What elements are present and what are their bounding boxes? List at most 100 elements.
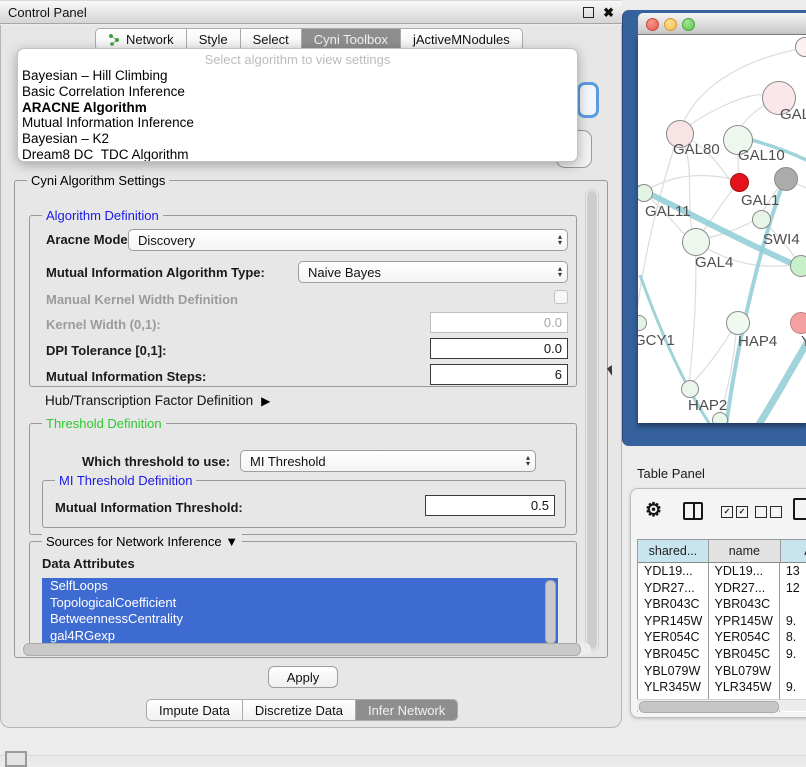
node-label: HAP4 xyxy=(738,333,777,350)
threshold-definition-legend: Threshold Definition xyxy=(42,416,166,431)
node-label: GAL80 xyxy=(673,141,720,158)
table-row[interactable]: YBR043CYBR043C xyxy=(638,596,806,613)
dropdown-item-dream8[interactable]: Dream8 DC_TDC Algorithm xyxy=(18,147,577,162)
new-table-icon[interactable] xyxy=(793,498,806,520)
column-header-partial[interactable]: A xyxy=(781,540,806,562)
network-node-salmon[interactable] xyxy=(790,312,806,334)
network-view-window: GAL GAL80 GAL10 GAL11 GAL1 SWI4 GAL4 GCY… xyxy=(622,10,806,446)
threshold-definition-group: Threshold Definition Which threshold to … xyxy=(29,423,577,535)
control-panel-window: Control Panel ✖ Network Style Select Cyn… xyxy=(0,0,622,729)
table-row[interactable]: YDR27...YDR27...12 xyxy=(638,580,806,597)
close-window-icon[interactable] xyxy=(646,18,659,31)
dropdown-item-aracne[interactable]: ARACNE Algorithm xyxy=(18,100,577,116)
kernel-width-field[interactable]: 0.0 xyxy=(430,312,568,333)
mi-algorithm-type-label: Mutual Information Algorithm Type: xyxy=(46,265,265,280)
network-node-hap4[interactable] xyxy=(726,311,750,335)
zoom-window-icon[interactable] xyxy=(682,18,695,31)
network-node-gal4[interactable] xyxy=(682,228,710,256)
column-header-shared-name[interactable]: shared... xyxy=(638,540,709,562)
scrollbar-thumb[interactable] xyxy=(587,191,597,649)
network-node-swi4[interactable] xyxy=(790,255,806,277)
data-attributes-label: Data Attributes xyxy=(42,556,135,571)
attribute-item-topologicalcoefficient[interactable]: TopologicalCoefficient xyxy=(42,595,558,612)
node-label: SWI4 xyxy=(763,231,800,248)
mi-steps-label: Mutual Information Steps: xyxy=(46,369,206,384)
which-threshold-combobox[interactable]: MI Threshold ▴▾ xyxy=(240,450,536,472)
algorithm-dropdown-list: Select algorithm to view settings Bayesi… xyxy=(17,48,578,162)
dpi-tolerance-label: DPI Tolerance [0,1]: xyxy=(46,343,166,358)
minimize-window-icon[interactable] xyxy=(664,18,677,31)
sources-legend[interactable]: Sources for Network Inference ▼ xyxy=(42,534,242,549)
bottom-tabbar: Impute Data Discretize Data Infer Networ… xyxy=(146,699,458,721)
apply-button[interactable]: Apply xyxy=(268,666,338,688)
mi-threshold-field[interactable]: 0.5 xyxy=(425,495,555,516)
dropdown-item-bayesian-hill-climbing[interactable]: Bayesian – Hill Climbing xyxy=(18,68,577,84)
table-header-row: shared... name A xyxy=(638,540,806,563)
columns-icon[interactable] xyxy=(683,502,703,520)
table-row[interactable]: YER054CYER054C8. xyxy=(638,629,806,646)
float-window-icon[interactable] xyxy=(583,7,594,18)
gear-icon[interactable]: ⚙ xyxy=(645,499,662,522)
hidden-focused-combobox[interactable] xyxy=(577,82,599,118)
node-attribute-table: shared... name A YDL19...YDL19...13 YDR2… xyxy=(637,539,806,712)
mi-algorithm-type-combobox[interactable]: Naive Bayes ▴▾ xyxy=(298,261,568,283)
network-node-hap2[interactable] xyxy=(681,380,699,398)
column-header-name[interactable]: name xyxy=(709,540,781,562)
table-row[interactable]: YLR345WYLR345W9. xyxy=(638,679,806,696)
table-row[interactable]: YDL19...YDL19...13 xyxy=(638,563,806,580)
network-node-gal1[interactable] xyxy=(752,210,771,229)
aracne-mode-combobox[interactable]: Discovery ▴▾ xyxy=(128,229,568,251)
attribute-item-selfloops[interactable]: SelfLoops xyxy=(42,578,558,595)
combo-arrows-icon: ▴▾ xyxy=(558,266,562,278)
dropdown-item-mutual-information[interactable]: Mutual Information Inference xyxy=(18,115,577,131)
bottom-strip xyxy=(0,755,806,762)
deselect-all-icon[interactable] xyxy=(755,506,782,518)
settings-legend: Cyni Algorithm Settings xyxy=(27,173,169,188)
dropdown-item-bayesian-k2[interactable]: Bayesian – K2 xyxy=(18,131,577,147)
mi-threshold-label: Mutual Information Threshold: xyxy=(55,500,243,515)
tab-infer-network[interactable]: Infer Network xyxy=(356,699,458,721)
network-node-gray[interactable] xyxy=(774,167,798,191)
scrollbar-thumb[interactable] xyxy=(639,701,779,713)
select-all-icon[interactable]: ✓✓ xyxy=(721,506,748,518)
table-row[interactable]: YBL079WYBL079W xyxy=(638,663,806,680)
network-node-partial-bottom[interactable] xyxy=(712,412,728,423)
dpi-tolerance-field[interactable]: 0.0 xyxy=(430,338,568,359)
tab-discretize-data[interactable]: Discretize Data xyxy=(243,699,356,721)
attribute-item-betweennesscentrality[interactable]: BetweennessCentrality xyxy=(42,611,558,628)
which-threshold-label: Which threshold to use: xyxy=(82,454,230,469)
sources-group: Sources for Network Inference ▼ Data Att… xyxy=(29,541,577,653)
manual-kernel-width-checkbox[interactable] xyxy=(554,290,568,304)
node-label: GAL10 xyxy=(738,147,785,164)
combo-arrows-icon: ▴▾ xyxy=(526,455,530,467)
cyni-algorithm-settings-group: Cyni Algorithm Settings Algorithm Defini… xyxy=(14,180,608,658)
mi-steps-field[interactable]: 6 xyxy=(430,364,568,385)
control-panel-title: Control Panel xyxy=(8,1,87,25)
settings-vertical-scrollbar[interactable] xyxy=(585,189,599,651)
dropdown-item-basic-correlation[interactable]: Basic Correlation Inference xyxy=(18,84,577,100)
table-row[interactable]: YPR145WYPR145W9. xyxy=(638,613,806,630)
manual-kernel-width-label: Manual Kernel Width Definition xyxy=(46,292,238,307)
close-panel-icon[interactable]: ✖ xyxy=(603,1,614,25)
attribute-item-gal4rgexp[interactable]: gal4RGexp xyxy=(42,628,558,645)
tab-impute-data[interactable]: Impute Data xyxy=(146,699,243,721)
node-label: Y xyxy=(801,333,806,350)
attributes-list-scrollbar[interactable] xyxy=(545,580,556,644)
hub-definition-expander[interactable]: Hub/Transcription Factor Definition▶ xyxy=(45,393,270,408)
table-row[interactable]: YBR045CYBR045C9. xyxy=(638,646,806,663)
node-label: GAL xyxy=(780,106,806,123)
control-panel-titlebar[interactable]: Control Panel ✖ xyxy=(0,0,622,24)
network-canvas[interactable]: GAL GAL80 GAL10 GAL11 GAL1 SWI4 GAL4 GCY… xyxy=(638,35,806,423)
settings-horizontal-scrollbar[interactable] xyxy=(21,643,591,655)
network-icon xyxy=(108,33,121,46)
table-horizontal-scrollbar[interactable] xyxy=(637,699,806,711)
network-node-red[interactable] xyxy=(730,173,749,192)
table-panel-window: ⚙ ✓✓ shared... name A YDL19...YDL19...13… xyxy=(630,488,806,718)
network-window-titlebar[interactable] xyxy=(638,13,806,35)
table-panel-title: Table Panel xyxy=(637,466,705,481)
mi-threshold-definition-group: MI Threshold Definition Mutual Informati… xyxy=(42,480,566,528)
scrollbar-thumb[interactable] xyxy=(23,643,581,656)
data-attributes-list: SelfLoops TopologicalCoefficient Between… xyxy=(42,578,558,648)
node-label: GAL4 xyxy=(695,254,733,271)
bottom-left-partial-button[interactable] xyxy=(5,751,27,767)
